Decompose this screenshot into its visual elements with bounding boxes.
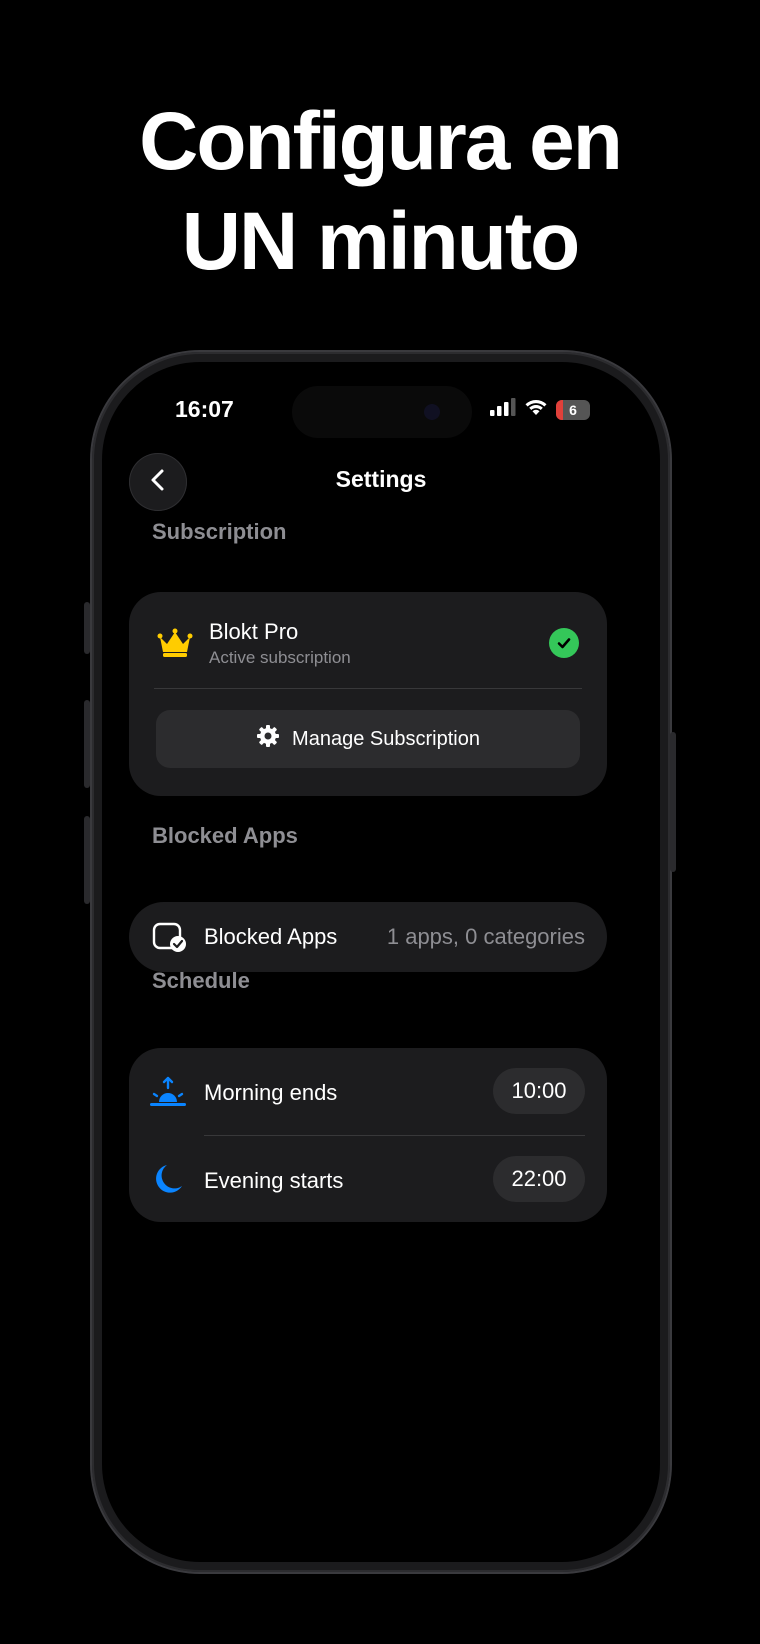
- blocked-apps-label: Blocked Apps: [204, 924, 338, 949]
- evening-starts-time-button[interactable]: 22:00: [493, 1156, 585, 1202]
- gear-icon: [256, 724, 280, 754]
- volume-up-button: [84, 700, 90, 788]
- checkmark-icon: [549, 628, 579, 658]
- divider: [154, 688, 582, 689]
- signal-icon: [490, 398, 516, 421]
- divider: [204, 1135, 585, 1136]
- subscription-card: Blokt Pro Active subscription Manage Sub…: [129, 592, 607, 796]
- blocked-apps-row[interactable]: Blocked Apps 1 apps, 0 categories: [129, 902, 607, 972]
- moon-icon: [149, 1162, 187, 1201]
- section-label-subscription: Subscription: [152, 519, 287, 544]
- section-label-schedule: Schedule: [152, 968, 250, 993]
- manage-subscription-label: Manage Subscription: [292, 727, 480, 750]
- status-time: 16:07: [175, 396, 234, 422]
- wifi-icon: [524, 398, 548, 421]
- evening-starts-time: 22:00: [511, 1166, 567, 1191]
- crown-icon: [157, 628, 193, 663]
- phone-screen: 16:07 6 Settings Subscription Blokt Pro …: [102, 362, 660, 1562]
- action-button: [84, 602, 90, 654]
- schedule-card: Morning ends 10:00 Evening starts 22:00: [129, 1048, 607, 1222]
- manage-subscription-button[interactable]: Manage Subscription: [156, 710, 580, 768]
- sunrise-icon: [149, 1076, 187, 1113]
- page-title: Settings: [335, 466, 427, 492]
- morning-ends-time: 10:00: [511, 1078, 567, 1103]
- battery-icon: 6: [556, 399, 590, 420]
- app-check-icon: [152, 922, 188, 959]
- plan-name: Blokt Pro: [209, 619, 299, 644]
- headline-line-1: Configura en: [139, 96, 623, 187]
- section-label-blocked-apps: Blocked Apps: [152, 823, 298, 848]
- headline-line-2: UN minuto: [181, 196, 580, 287]
- power-button: [670, 732, 676, 872]
- front-camera: [424, 404, 440, 420]
- evening-starts-label: Evening starts: [204, 1168, 344, 1193]
- volume-down-button: [84, 816, 90, 904]
- battery-level: 6: [569, 401, 577, 418]
- dynamic-island: [292, 386, 472, 438]
- blocked-apps-value: 1 apps, 0 categories: [386, 924, 585, 949]
- status-icons: 6: [490, 398, 590, 421]
- morning-ends-time-button[interactable]: 10:00: [493, 1068, 585, 1114]
- headline: Configura en UN minuto: [0, 92, 760, 292]
- plan-status: Active subscription: [209, 648, 351, 667]
- morning-ends-label: Morning ends: [204, 1080, 338, 1105]
